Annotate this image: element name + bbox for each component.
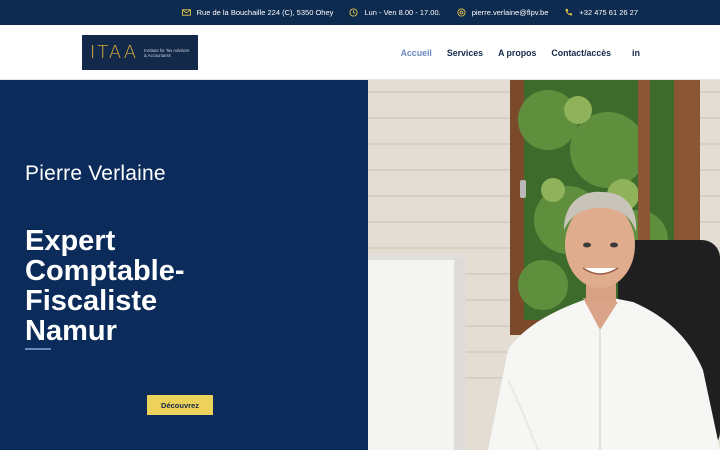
address-item: Rue de la Bouchaille 224 (C), 5350 Ohey xyxy=(181,8,334,17)
logo-tagline: Institute for Tax Advisors & Accountants xyxy=(144,47,190,58)
top-contact-bar: Rue de la Bouchaille 224 (C), 5350 Ohey … xyxy=(0,0,720,25)
discover-button[interactable]: Découvrez xyxy=(147,395,213,415)
title-underline xyxy=(25,348,51,350)
hero-title-line: Fiscaliste xyxy=(25,285,158,317)
nav-item-services[interactable]: Services xyxy=(447,48,483,58)
main-nav: Accueil Services A propos Contact/accès … xyxy=(401,25,640,80)
phone-link[interactable]: +32 475 61 26 27 xyxy=(579,8,638,17)
nav-item-accueil[interactable]: Accueil xyxy=(401,48,432,58)
email-item[interactable]: pierre.verlaine@flpv.be xyxy=(457,8,549,17)
nav-item-contact[interactable]: Contact/accès xyxy=(551,48,611,58)
nav-item-a-propos[interactable]: A propos xyxy=(498,48,536,58)
hours-item: Lun - Ven 8.00 - 17.00. xyxy=(349,8,441,17)
site-header: ITAA Institute for Tax Advisors & Accoun… xyxy=(0,25,720,80)
email-link[interactable]: pierre.verlaine@flpv.be xyxy=(472,8,549,17)
linkedin-icon[interactable]: in xyxy=(632,48,640,58)
itaa-logo[interactable]: ITAA Institute for Tax Advisors & Accoun… xyxy=(82,35,198,70)
address-text: Rue de la Bouchaille 224 (C), 5350 Ohey xyxy=(196,8,334,17)
phone-icon xyxy=(564,8,573,17)
hours-text: Lun - Ven 8.00 - 17.00. xyxy=(364,8,441,17)
hero-photo xyxy=(368,80,720,450)
hero-title-line: Expert xyxy=(25,225,116,257)
hero-title-line: Namur xyxy=(25,315,117,347)
hero-title: Expert Comptable- Fiscaliste Namur xyxy=(25,226,345,346)
clock-icon xyxy=(349,8,358,17)
hero-title-line: Comptable- xyxy=(25,255,185,287)
envelope-icon xyxy=(181,8,191,17)
logo-mark: ITAA xyxy=(90,42,139,63)
hero-name: Pierre Verlaine xyxy=(25,162,166,185)
at-sign-icon xyxy=(457,8,466,17)
phone-item[interactable]: +32 475 61 26 27 xyxy=(564,8,638,17)
